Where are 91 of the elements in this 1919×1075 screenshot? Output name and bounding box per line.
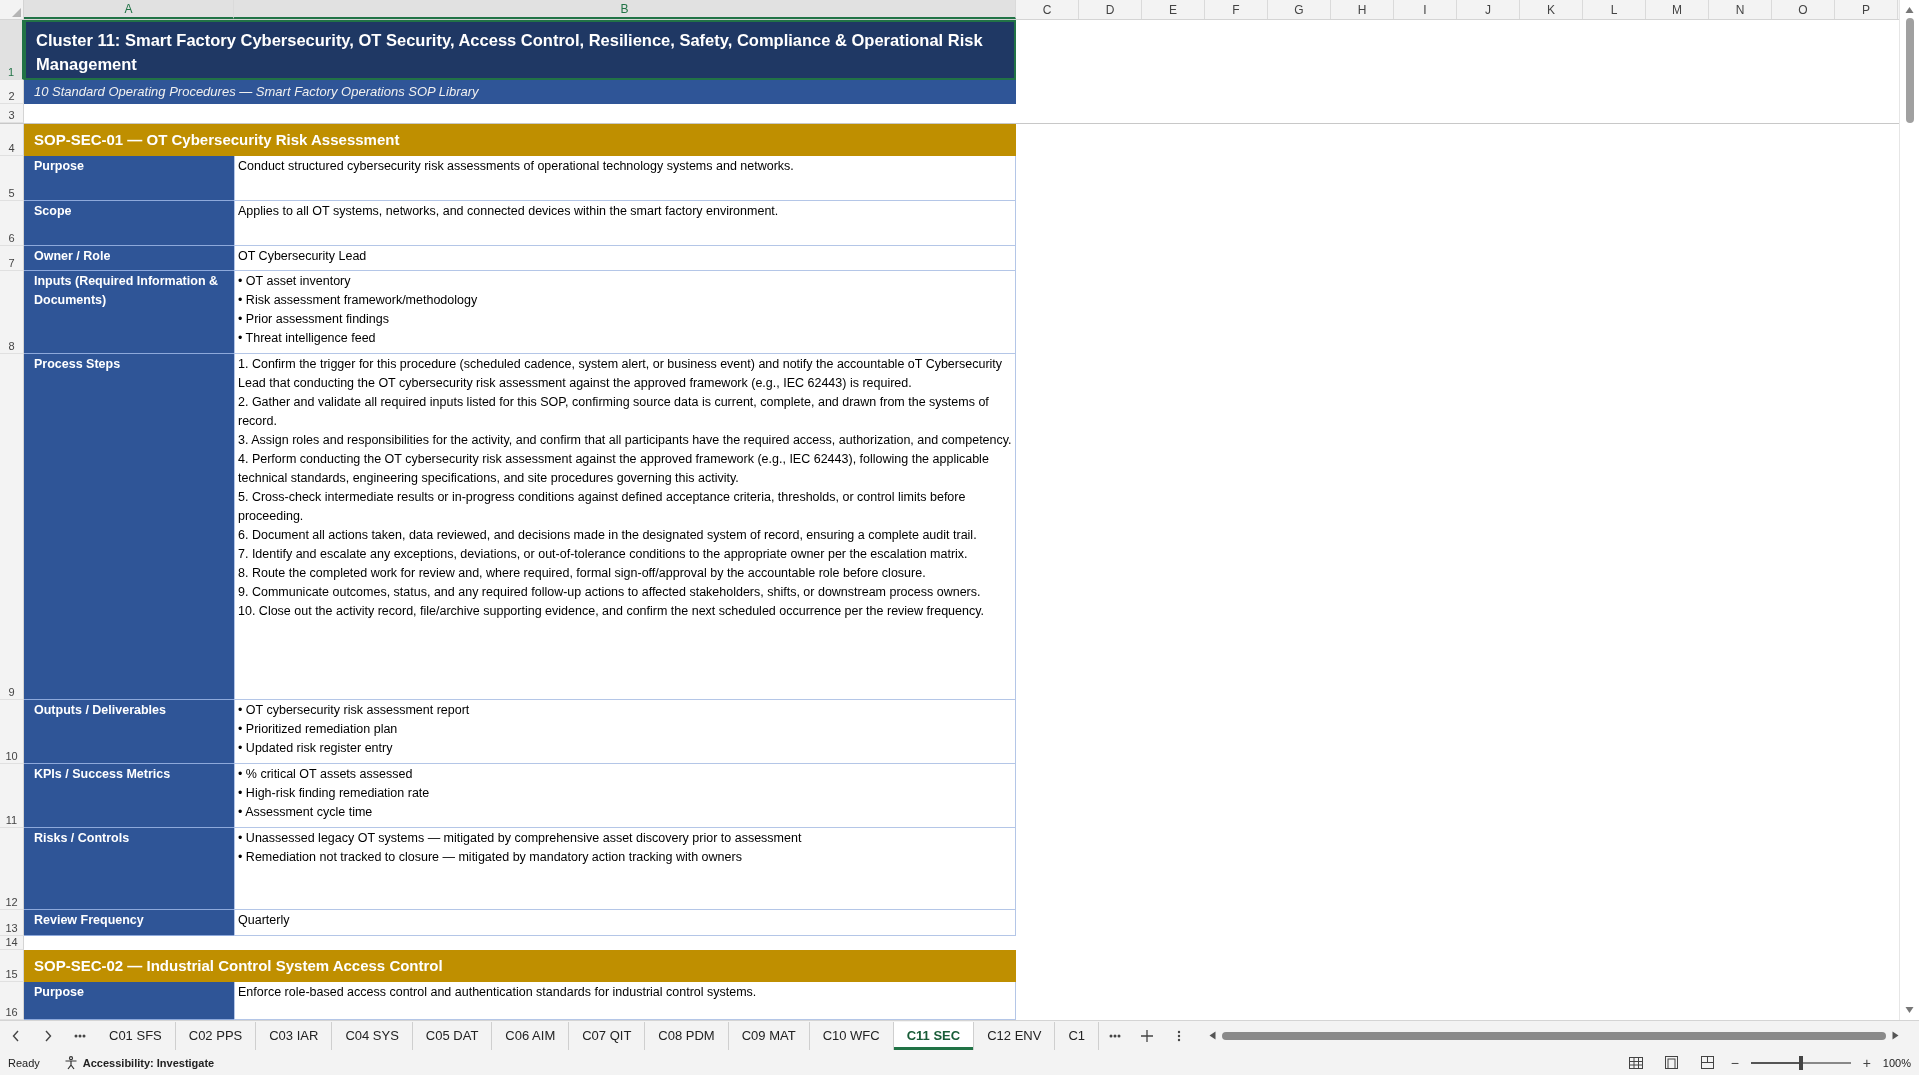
row-label: KPIs / Success Metrics (24, 764, 234, 828)
section-heading: SOP-SEC-01 — OT Cybersecurity Risk Assessment (24, 124, 1016, 156)
sheet-title[interactable]: Cluster 11: Smart Factory Cybersecurity, OT Security, Access Control, Resilience, Safety, Compliance & Operational Risk Management (24, 20, 1016, 80)
column-header[interactable]: D (1079, 0, 1142, 19)
row-label: Risks / Controls (24, 828, 234, 910)
row-label: Owner / Role (24, 246, 234, 271)
sheet-tab[interactable]: C1 (1055, 1021, 1099, 1050)
sheet-tab[interactable]: C07 QIT (569, 1021, 646, 1050)
sheet-tab[interactable]: C08 PDM (645, 1021, 729, 1050)
table-cell: • % critical OT assets assessed • High-risk finding remediation rate • Assessment cycle time (234, 764, 1016, 828)
kebab-menu-icon[interactable] (1177, 1029, 1181, 1042)
sheet-tab[interactable]: C04 SYS (332, 1021, 413, 1050)
row-number[interactable]: 3 (0, 104, 24, 123)
row-number[interactable]: 2 (0, 80, 24, 104)
accessibility-status[interactable]: Accessibility: Investigate (82, 1056, 215, 1069)
row-label: Inputs (Required Information & Documents) (24, 271, 234, 354)
sheet-tab[interactable]: C09 MAT (728, 1021, 810, 1050)
column-header[interactable]: F (1205, 0, 1268, 19)
row-number[interactable]: 14 (0, 936, 24, 950)
row-number[interactable]: 7 (0, 246, 24, 271)
sheet-tab[interactable]: C02 PPS (175, 1021, 257, 1050)
sheet-subtitle: 10 Standard Operating Procedures — Smart Factory Operations SOP Library (24, 80, 1016, 104)
row-number[interactable]: 1 (0, 20, 24, 80)
normal-view-icon[interactable] (1628, 1056, 1643, 1069)
table-cell: Conduct structured cybersecurity risk assessments of operational technology systems and networks. (234, 156, 1016, 201)
column-header[interactable]: J (1457, 0, 1520, 19)
status-text: Ready (8, 1056, 40, 1069)
row-number[interactable]: 11 (0, 764, 24, 828)
table-cell: 1. Confirm the trigger for this procedure (scheduled cadence, system alert, or business event) and notify the accountable oT Cybersecurity Lead that conducting the OT cybersecurity risk assessment against the approved framework (e.g., IEC 62443) is required. 2. Gather and validate all required inputs listed for this SOP, confirming source data is current, complete, and drawn from the systems of record. 3. Assign roles and responsibilities for the activity, and confirm that all participants have the required access, authorization, and competency. 4. Perform conducting the OT cybersecurity risk assessment against the approved framework (e.g., IEC 62443), following the applicable technical standards, engineering specifications, and site procedures governing this activity. 5. Cross-check intermediate results or in-progress conditions against defined acceptance criteria, thresholds, or control limits before proceeding. 6. Document all actions taken, data reviewed, and decisions made in the designated system of record, ensuring a complete audit trail. 7. Identify and escalate any exceptions, deviations, or out-of-tolerance conditions to the appropriate owner per the escalation matrix. 8. Route the completed work for review and, where required, formal sign-off/approval by the accountable role before closure. 9. Communicate outcomes, status, and any required follow-up actions to affected stakeholders, shifts, or downstream process owners. 10. Close out the activity record, file/archive supporting evidence, and confirm the next scheduled occurrence per the review frequency. (234, 354, 1016, 700)
row-number[interactable]: 4 (0, 124, 24, 156)
slider-thumb[interactable] (1798, 1055, 1803, 1070)
sheet-tab[interactable]: C11 SEC (893, 1021, 975, 1050)
row-number[interactable]: 6 (0, 201, 24, 246)
table-cell: • OT asset inventory • Risk assessment framework/methodology • Prior assessment findings • Threat intelligence feed (234, 271, 1016, 354)
table-cell: Quarterly (234, 910, 1016, 936)
page-break-icon[interactable] (1701, 1056, 1715, 1069)
zoom-slider[interactable] (1748, 1055, 1853, 1070)
scroll-down-icon[interactable] (1905, 1006, 1914, 1014)
row-number[interactable]: 10 (0, 700, 24, 764)
column-header[interactable]: G (1268, 0, 1331, 19)
zoom-out-button[interactable]: − (1730, 1054, 1739, 1071)
column-header[interactable]: L (1583, 0, 1646, 19)
section-heading: SOP-SEC-02 — Industrial Control System Access Control (24, 950, 1016, 982)
table-cell: • OT cybersecurity risk assessment report • Prioritized remediation plan • Updated risk register entry (234, 700, 1016, 764)
sheet-tab[interactable]: C03 IAR (256, 1021, 333, 1050)
sheet-tab[interactable]: C01 SFS (96, 1021, 176, 1050)
column-header[interactable]: N (1709, 0, 1772, 19)
column-header[interactable]: E (1142, 0, 1205, 19)
row-number[interactable]: 12 (0, 828, 24, 910)
sheet-tab[interactable]: C10 WFC (809, 1021, 894, 1050)
scrollbar-thumb[interactable] (1222, 1031, 1886, 1040)
row-label: Outputs / Deliverables (24, 700, 234, 764)
scrollbar-thumb[interactable] (1905, 18, 1914, 123)
column-header[interactable]: H (1331, 0, 1394, 19)
scroll-up-icon[interactable] (1905, 6, 1914, 14)
row-number[interactable]: 5 (0, 156, 24, 201)
row-number[interactable]: 9 (0, 354, 24, 700)
row-number[interactable]: 8 (0, 271, 24, 354)
column-header[interactable]: P (1835, 0, 1898, 19)
plus-icon[interactable] (1141, 1029, 1153, 1042)
column-header[interactable]: O (1772, 0, 1835, 19)
column-header[interactable]: A (24, 0, 234, 19)
scroll-right-icon[interactable] (1892, 1031, 1899, 1040)
column-header[interactable]: K (1520, 0, 1583, 19)
zoom-level[interactable]: 100% (1881, 1056, 1911, 1069)
table-cell: • Unassessed legacy OT systems — mitigated by comprehensive asset discovery prior to assessment • Remediation not tracked to closure — mitigated by mandatory action tracking with owners (234, 828, 1016, 910)
row-label: Purpose (24, 156, 234, 201)
column-header[interactable]: I (1394, 0, 1457, 19)
scroll-left-icon[interactable] (1209, 1031, 1216, 1040)
more-icon[interactable] (1109, 1033, 1121, 1038)
row-number[interactable]: 16 (0, 982, 24, 1020)
row-label: Review Frequency (24, 910, 234, 936)
row-label: Scope (24, 201, 234, 246)
table-cell: Applies to all OT systems, networks, and connected devices within the smart factory environment. (234, 201, 1016, 246)
page-layout-icon[interactable] (1665, 1056, 1679, 1069)
sheet-tab[interactable]: C12 ENV (974, 1021, 1056, 1050)
more-icon[interactable] (74, 1033, 86, 1038)
row-number[interactable]: 13 (0, 910, 24, 936)
accessibility-icon[interactable] (63, 1055, 78, 1070)
chevron-left-icon[interactable] (12, 1029, 20, 1042)
table-cell: OT Cybersecurity Lead (234, 246, 1016, 271)
column-header[interactable]: M (1646, 0, 1709, 19)
zoom-in-button[interactable]: + (1862, 1054, 1871, 1071)
row-label: Purpose (24, 982, 234, 1020)
column-header[interactable]: C (1016, 0, 1079, 19)
row-label: Process Steps (24, 354, 234, 700)
sheet-tab[interactable]: C05 DAT (412, 1021, 493, 1050)
chevron-right-icon[interactable] (44, 1029, 52, 1042)
column-header[interactable]: B (234, 0, 1016, 19)
row-number[interactable]: 15 (0, 950, 24, 982)
sheet-tab[interactable]: C06 AIM (492, 1021, 570, 1050)
